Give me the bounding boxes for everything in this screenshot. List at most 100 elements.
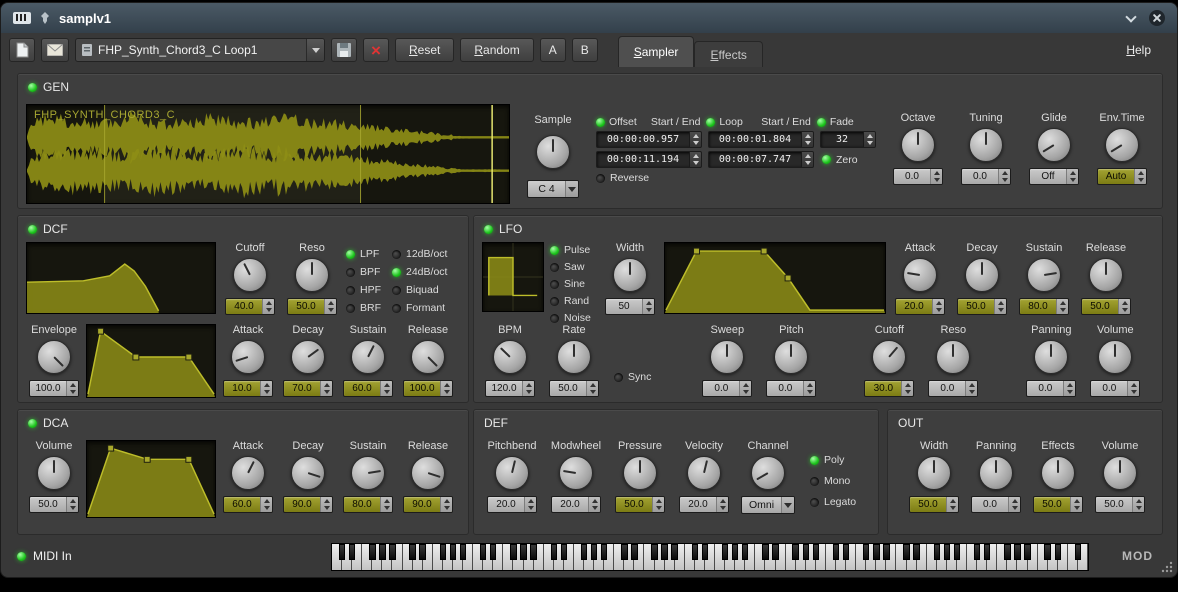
spin-up-icon[interactable] xyxy=(1057,299,1068,307)
glide-knob[interactable] xyxy=(1037,128,1071,162)
spin-up-icon[interactable] xyxy=(263,299,274,307)
spin-up-icon[interactable] xyxy=(67,497,78,505)
piano-key-black[interactable] xyxy=(903,544,909,560)
piano-key-black[interactable] xyxy=(339,544,345,560)
led-item-biquad[interactable]: Biquad xyxy=(392,284,446,296)
pitchbend-value[interactable]: 20.0 xyxy=(487,496,537,513)
led-item-noise[interactable]: Noise xyxy=(550,312,596,324)
attack-knob[interactable] xyxy=(231,340,265,374)
spin-up-icon[interactable] xyxy=(1009,497,1020,505)
spin-down-icon[interactable] xyxy=(1071,505,1082,513)
mono-led[interactable] xyxy=(810,477,819,486)
spin-down-icon[interactable] xyxy=(995,307,1006,315)
decay-knob[interactable] xyxy=(291,340,325,374)
spin-down-icon[interactable] xyxy=(653,505,664,513)
led-item-zero[interactable]: Zero xyxy=(822,154,872,166)
spin-arrows[interactable] xyxy=(1134,169,1146,184)
spin-arrows[interactable] xyxy=(994,299,1006,314)
offset-end-field[interactable]: 00:00:11.194 xyxy=(596,151,702,168)
pressure-value[interactable]: 50.0 xyxy=(615,496,665,513)
pitchbend-knob[interactable] xyxy=(495,456,529,490)
spin-up-icon[interactable] xyxy=(933,299,944,307)
spin-down-icon[interactable] xyxy=(966,389,977,397)
spin-arrows[interactable] xyxy=(803,381,815,396)
spin-arrows[interactable] xyxy=(440,497,452,512)
spin-down-icon[interactable] xyxy=(804,389,815,397)
release-knob[interactable] xyxy=(1089,258,1123,292)
spin-arrows[interactable] xyxy=(901,381,913,396)
piano-key-black[interactable] xyxy=(661,544,667,560)
spin-down-icon[interactable] xyxy=(1064,389,1075,397)
piano-key-black[interactable] xyxy=(873,544,879,560)
spin-down-icon[interactable] xyxy=(441,505,452,513)
reso-knob[interactable] xyxy=(295,258,329,292)
spin-down-icon[interactable] xyxy=(263,307,274,315)
led-item-formant[interactable]: Formant xyxy=(392,302,446,314)
spin-up-icon[interactable] xyxy=(931,169,942,177)
dca-envelope-display[interactable] xyxy=(86,440,216,518)
octave-knob[interactable] xyxy=(901,128,935,162)
offset-start-field[interactable]: 00:00:00.957 xyxy=(596,131,702,148)
reso-value[interactable]: 50.0 xyxy=(287,298,337,315)
spin-arrows[interactable] xyxy=(1118,299,1130,314)
spin-down-icon[interactable] xyxy=(321,389,332,397)
fade-led[interactable] xyxy=(817,118,826,127)
tab-effects[interactable]: Effects xyxy=(694,41,762,67)
spin-arrows[interactable] xyxy=(801,132,813,147)
decay-value[interactable]: 70.0 xyxy=(283,380,333,397)
hpf-led[interactable] xyxy=(346,286,355,295)
spin-up-icon[interactable] xyxy=(441,381,452,389)
spin-down-icon[interactable] xyxy=(690,140,701,148)
spin-arrows[interactable] xyxy=(739,381,751,396)
panning-knob[interactable] xyxy=(979,456,1013,490)
spin-down-icon[interactable] xyxy=(933,307,944,315)
sustain-value[interactable]: 60.0 xyxy=(343,380,393,397)
noise-led[interactable] xyxy=(550,314,559,323)
width-value[interactable]: 50 xyxy=(605,298,655,315)
spin-down-icon[interactable] xyxy=(381,389,392,397)
spin-up-icon[interactable] xyxy=(999,169,1010,177)
legato-led[interactable] xyxy=(810,498,819,507)
rate-value[interactable]: 50.0 xyxy=(549,380,599,397)
tuning-knob[interactable] xyxy=(969,128,1003,162)
combo-arrow-icon[interactable] xyxy=(565,181,578,197)
spin-arrows[interactable] xyxy=(1127,381,1139,396)
spin-arrows[interactable] xyxy=(522,381,534,396)
attack-value[interactable]: 10.0 xyxy=(223,380,273,397)
spin-up-icon[interactable] xyxy=(325,299,336,307)
piano-key-black[interactable] xyxy=(1014,544,1020,560)
sweep-knob[interactable] xyxy=(710,340,744,374)
piano-key-black[interactable] xyxy=(460,544,466,560)
attack-value[interactable]: 20.0 xyxy=(895,298,945,315)
piano-key-black[interactable] xyxy=(419,544,425,560)
piano-key-black[interactable] xyxy=(1004,544,1010,560)
spin-down-icon[interactable] xyxy=(67,505,78,513)
spin-up-icon[interactable] xyxy=(587,381,598,389)
spin-down-icon[interactable] xyxy=(864,140,875,148)
reverse-led[interactable] xyxy=(596,174,605,183)
spin-down-icon[interactable] xyxy=(67,389,78,397)
spin-arrows[interactable] xyxy=(320,381,332,396)
spin-up-icon[interactable] xyxy=(1135,169,1146,177)
cutoff-knob[interactable] xyxy=(233,258,267,292)
decay-knob[interactable] xyxy=(965,258,999,292)
modwheel-knob[interactable] xyxy=(559,456,593,490)
piano-key-black[interactable] xyxy=(551,544,557,560)
spin-down-icon[interactable] xyxy=(931,177,942,185)
reset-button[interactable]: Reset xyxy=(395,38,454,62)
spin-arrows[interactable] xyxy=(380,381,392,396)
release-value[interactable]: 50.0 xyxy=(1081,298,1131,315)
spin-up-icon[interactable] xyxy=(1119,299,1130,307)
spin-up-icon[interactable] xyxy=(321,381,332,389)
lfo-shape-display[interactable] xyxy=(482,242,544,312)
piano-key-black[interactable] xyxy=(601,544,607,560)
led-item-bpf[interactable]: BPF xyxy=(346,266,386,278)
spin-down-icon[interactable] xyxy=(690,160,701,168)
spin-up-icon[interactable] xyxy=(1067,169,1078,177)
preset-combobox[interactable]: FHP_Synth_Chord3_C Loop1 xyxy=(75,38,325,62)
spin-arrows[interactable] xyxy=(440,381,452,396)
close-icon[interactable] xyxy=(1149,10,1165,26)
volume-value[interactable]: 50.0 xyxy=(29,496,79,513)
tuning-value[interactable]: 0.0 xyxy=(961,168,1011,185)
volume-value[interactable]: 0.0 xyxy=(1090,380,1140,397)
